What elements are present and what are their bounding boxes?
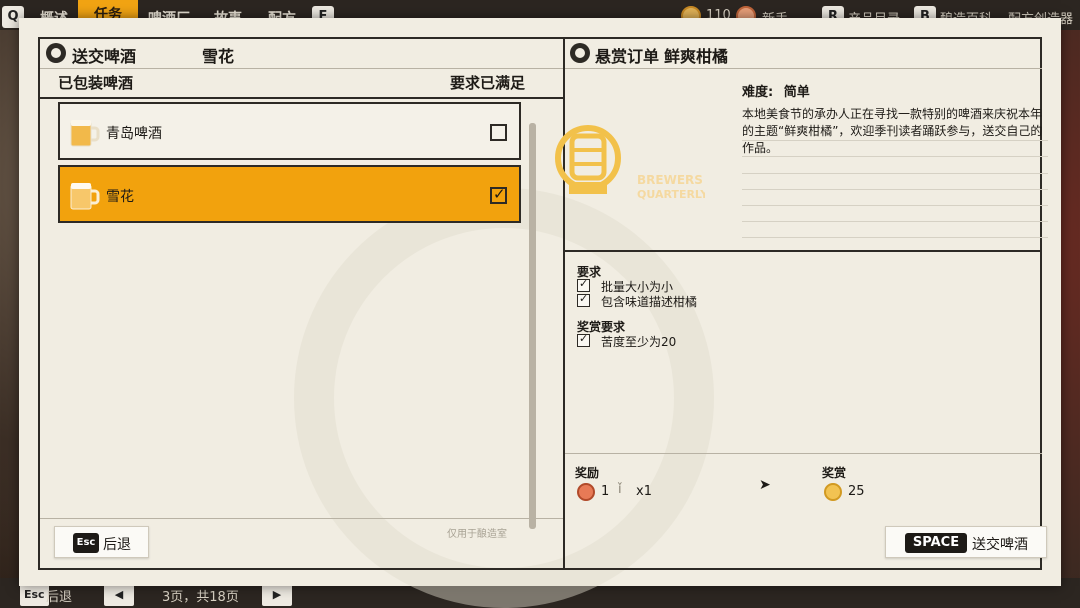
brewing-room-note: 仅用于酿造室 bbox=[447, 529, 507, 540]
beer-name: 青岛啤酒 bbox=[106, 126, 162, 142]
rule-line bbox=[742, 221, 1048, 222]
right-panel-title: 悬赏订单 bbox=[595, 47, 660, 66]
reputation-icon bbox=[577, 483, 595, 501]
list-scrollbar[interactable] bbox=[529, 123, 536, 529]
bounty-icon bbox=[570, 43, 590, 63]
back-button-label: 后退 bbox=[103, 537, 131, 553]
beer-mug-icon bbox=[70, 183, 100, 210]
rule-line bbox=[742, 173, 1048, 174]
bounty-value: 25 bbox=[848, 484, 865, 499]
next-page-button[interactable]: ▶ bbox=[262, 584, 292, 606]
bonus-text: 苦度至少为20 bbox=[601, 335, 677, 349]
divider bbox=[565, 453, 1042, 454]
beer-list-item-selected[interactable]: 雪花 bbox=[58, 165, 521, 223]
bonus-check bbox=[577, 332, 590, 347]
difficulty-key: 难度: bbox=[742, 85, 774, 100]
beer-checkbox[interactable] bbox=[490, 124, 507, 141]
beer-checkbox-checked[interactable] bbox=[490, 185, 507, 204]
beer-list-item[interactable]: 青岛啤酒 bbox=[58, 102, 521, 160]
packaged-beer-header: 已包装啤酒 bbox=[58, 74, 134, 92]
back-label[interactable]: 后退 bbox=[46, 586, 72, 605]
page-info: 3页，共18页 bbox=[162, 590, 239, 605]
submit-button-label: 送交啤酒 bbox=[972, 537, 1028, 553]
divider bbox=[565, 250, 1042, 252]
rule-line bbox=[742, 205, 1048, 206]
submit-icon bbox=[46, 43, 66, 63]
prev-page-button[interactable]: ◀ bbox=[104, 584, 134, 606]
order-description: 本地美食节的承办人正在寻找一款特别的啤酒来庆祝本年的主题“鲜爽柑橘”，欢迎季刊读… bbox=[742, 107, 1043, 155]
submit-beer-dialog: 送交啤酒 雪花 已包装啤酒 要求已满足 青岛啤酒 雪花 ✓ 仅用于酿造室 Esc… bbox=[19, 18, 1061, 608]
submit-beer-button[interactable]: SPACE 送交啤酒 bbox=[885, 526, 1047, 558]
mouse-cursor: ➤ bbox=[759, 477, 771, 493]
reward-amount: 1 bbox=[601, 484, 610, 499]
divider bbox=[565, 68, 1042, 69]
difficulty-value: 简单 bbox=[783, 85, 810, 100]
requirement-check bbox=[577, 292, 590, 307]
divider bbox=[40, 518, 563, 519]
rule-line bbox=[742, 237, 1048, 238]
requirement-text: 包含味道描述柑橘 bbox=[601, 295, 698, 309]
selected-beer-title: 雪花 bbox=[202, 47, 235, 66]
space-key: SPACE bbox=[905, 533, 967, 553]
divider bbox=[40, 97, 563, 99]
dialog-frame: 送交啤酒 雪花 已包装啤酒 要求已满足 青岛啤酒 雪花 ✓ 仅用于酿造室 Esc… bbox=[38, 37, 1048, 570]
back-key[interactable]: Esc bbox=[20, 584, 49, 606]
rule-line bbox=[742, 189, 1048, 190]
bottle-icon: ǐ bbox=[618, 482, 622, 497]
bounty-heading: 奖赏 bbox=[822, 466, 847, 480]
order-name: 鲜爽柑橘 bbox=[664, 47, 729, 66]
coin-icon bbox=[824, 483, 842, 501]
requirements-met-header: 要求已满足 bbox=[450, 74, 526, 92]
scrollbar-thumb[interactable] bbox=[529, 123, 536, 529]
reward-multiplier: x1 bbox=[636, 484, 652, 499]
difficulty-label: 难度: 简单 bbox=[742, 81, 810, 100]
beer-mug-icon bbox=[70, 120, 100, 147]
logo-text-brewers: BREWERS bbox=[637, 173, 703, 187]
logo-text-quarterly: QUARTERLY bbox=[637, 188, 705, 201]
beer-name: 雪花 bbox=[106, 189, 134, 205]
requirement-check bbox=[577, 277, 590, 292]
esc-key: Esc bbox=[73, 533, 99, 553]
left-panel-title: 送交啤酒 bbox=[72, 47, 137, 66]
reward-heading: 奖励 bbox=[575, 466, 600, 480]
divider bbox=[40, 68, 563, 69]
brewers-quarterly-logo: BREWERS QUARTERLY bbox=[555, 125, 705, 201]
back-button[interactable]: Esc 后退 bbox=[54, 526, 149, 558]
